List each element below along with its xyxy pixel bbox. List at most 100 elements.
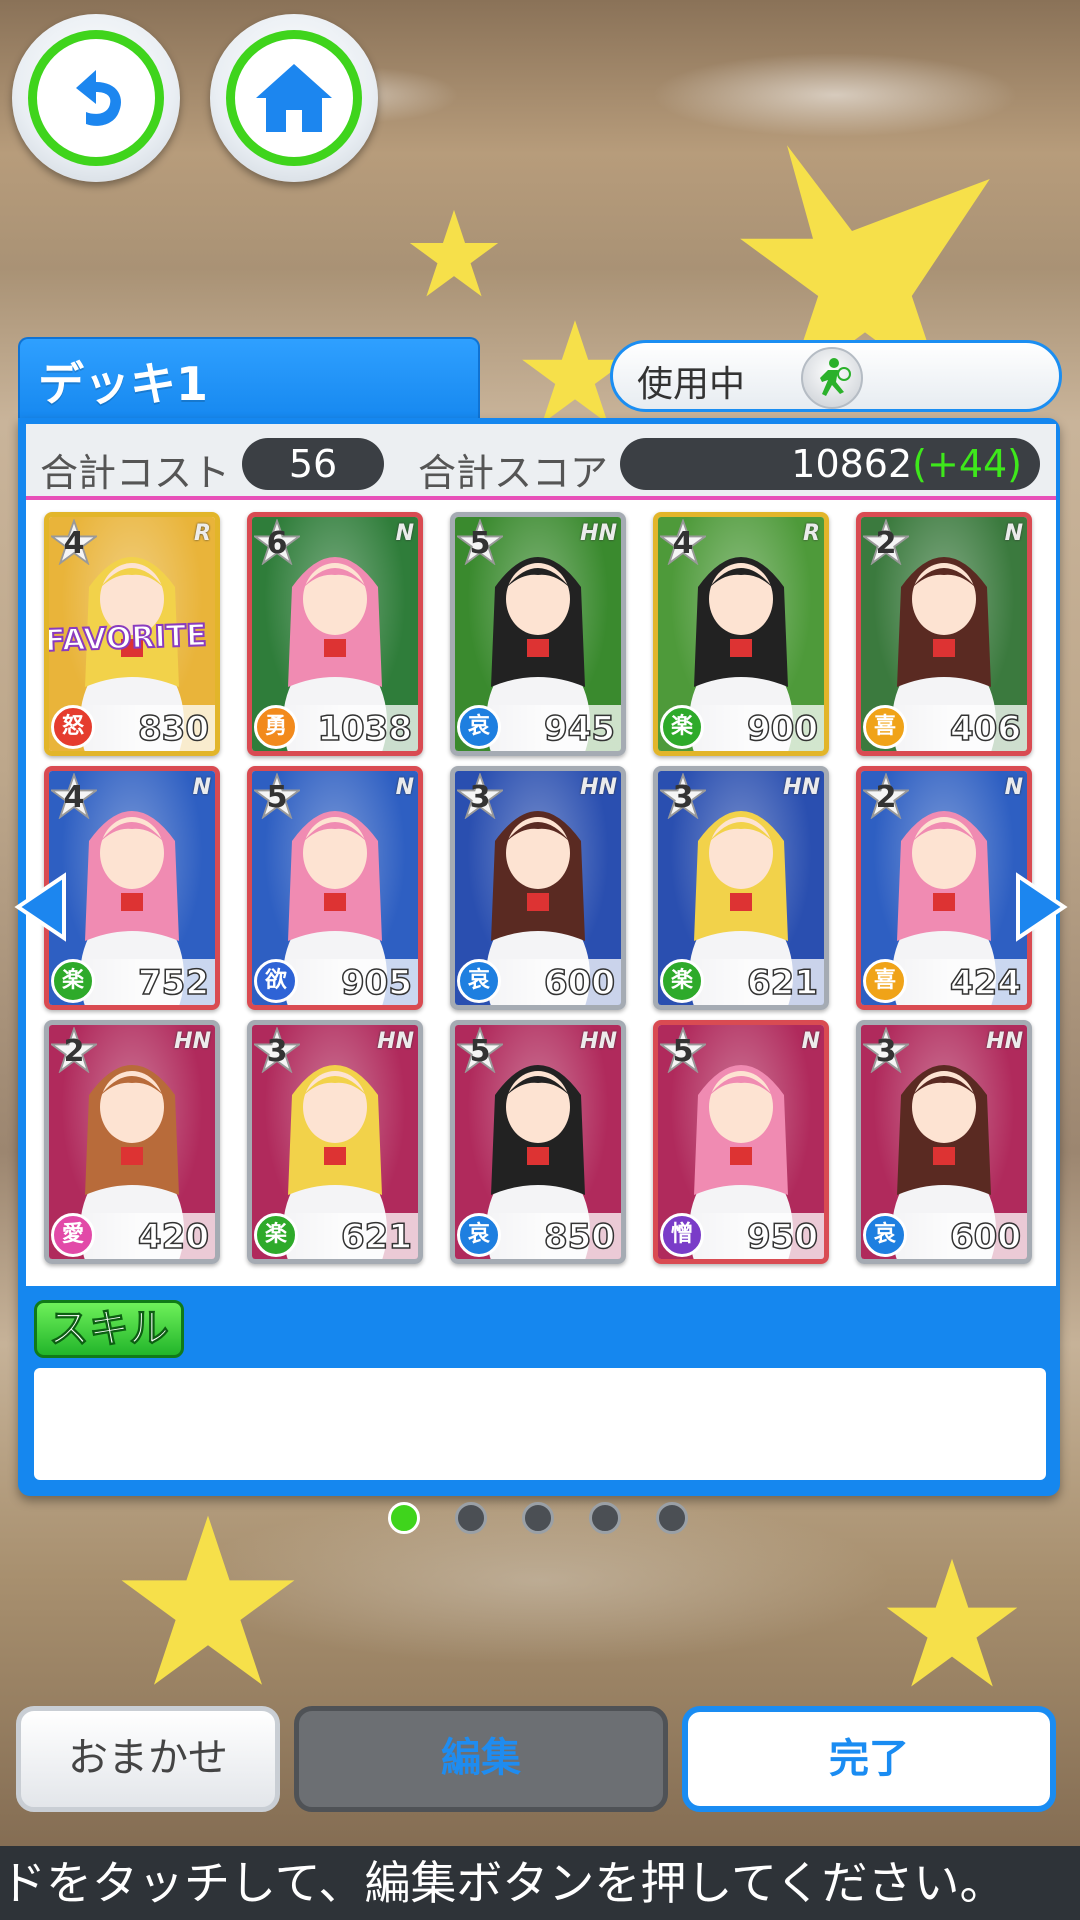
card-cost: 5 (660, 1027, 706, 1073)
total-score-value: 10862(+44) (620, 438, 1040, 490)
card-rarity: N (395, 521, 414, 546)
star-decoration (409, 209, 499, 297)
instruction-text: ドをタッチして、編集ボタンを押してください。 (0, 1856, 1006, 1910)
total-score-number: 10862 (791, 442, 913, 486)
in-use-indicator: 使用中 (610, 340, 1062, 412)
running-person-icon (801, 347, 863, 409)
home-icon (256, 64, 332, 132)
emotion-badge: 喜 (863, 705, 907, 749)
deck-card[interactable]: 3 HN 哀 600 (450, 766, 626, 1010)
card-cost: 5 (457, 519, 503, 565)
card-cost: 2 (51, 1027, 97, 1073)
deck-card[interactable]: 6 N 勇 1038 (247, 512, 423, 756)
card-score: 1038 (317, 708, 413, 750)
page-dot[interactable] (522, 1502, 554, 1534)
card-rarity: HN (783, 775, 820, 800)
deck-card[interactable]: 4 N 楽 752 (44, 766, 220, 1010)
instruction-bar: ドをタッチして、編集ボタンを押してください。 (0, 1846, 1080, 1920)
card-cost: 4 (660, 519, 706, 565)
back-button[interactable] (12, 14, 180, 182)
deck-card[interactable]: 5 N 憎 950 (653, 1020, 829, 1264)
deck-card[interactable]: 4 R FAVORITE 怒 830 (44, 512, 220, 756)
card-rarity: HN (986, 1029, 1023, 1054)
deck-card[interactable]: 2 HN 愛 420 (44, 1020, 220, 1264)
card-score: 905 (340, 962, 412, 1004)
card-score: 621 (340, 1216, 412, 1258)
left-arrow-icon[interactable] (12, 872, 68, 942)
card-score: 900 (746, 708, 818, 750)
deck-card[interactable]: 5 HN 哀 945 (450, 512, 626, 756)
done-button[interactable]: 完了 (682, 1706, 1056, 1812)
card-cost: 4 (51, 519, 97, 565)
page-dot[interactable] (656, 1502, 688, 1534)
emotion-badge: 喜 (863, 959, 907, 1003)
deck-card[interactable]: 3 HN 哀 600 (856, 1020, 1032, 1264)
card-score: 424 (949, 962, 1021, 1004)
home-button[interactable] (210, 14, 378, 182)
favorite-badge: FAVORITE (44, 617, 208, 660)
card-cost: 3 (863, 1027, 909, 1073)
card-rarity: N (1004, 521, 1023, 546)
card-score: 406 (949, 708, 1021, 750)
card-cost: 3 (254, 1027, 300, 1073)
card-score: 850 (543, 1216, 615, 1258)
page-dot[interactable] (388, 1502, 420, 1534)
card-cost: 5 (457, 1027, 503, 1073)
emotion-badge: 楽 (51, 959, 95, 1003)
card-rarity: HN (580, 1029, 617, 1054)
skill-label: スキル (34, 1300, 184, 1358)
card-rarity: N (801, 1029, 820, 1054)
deck-card[interactable]: 2 N 喜 424 (856, 766, 1032, 1010)
star-decoration (121, 1515, 295, 1685)
card-cost: 3 (457, 773, 503, 819)
card-rarity: N (192, 775, 211, 800)
card-cost: 5 (254, 773, 300, 819)
card-score: 950 (746, 1216, 818, 1258)
card-rarity: R (194, 521, 211, 546)
emotion-badge: 哀 (863, 1213, 907, 1257)
deck-card[interactable]: 3 HN 楽 621 (247, 1020, 423, 1264)
deck-card[interactable]: 4 R 楽 900 (653, 512, 829, 756)
deck-card[interactable]: 3 HN 楽 621 (653, 766, 829, 1010)
edit-button[interactable]: 編集 (294, 1706, 668, 1812)
card-score: 621 (746, 962, 818, 1004)
deck-card[interactable]: 5 N 欲 905 (247, 766, 423, 1010)
card-score: 600 (949, 1216, 1021, 1258)
card-rarity: HN (377, 1029, 414, 1054)
deck-card[interactable]: 5 HN 哀 850 (450, 1020, 626, 1264)
card-cost: 4 (51, 773, 97, 819)
deck-card[interactable]: 2 N 喜 406 (856, 512, 1032, 756)
card-grid: 4 R FAVORITE 怒 830 6 N 勇 1038 5 HN 哀 945 4 R 楽 900 2 N 喜 406… (44, 512, 1034, 1272)
right-arrow-icon[interactable] (1014, 872, 1070, 942)
card-rarity: HN (174, 1029, 211, 1054)
score-bonus: (+44) (912, 442, 1022, 486)
emotion-badge: 哀 (457, 1213, 501, 1257)
emotion-badge: 哀 (457, 959, 501, 1003)
card-score: 752 (137, 962, 209, 1004)
emotion-badge: 愛 (51, 1213, 95, 1257)
page-dot[interactable] (589, 1502, 621, 1534)
card-cost: 2 (863, 519, 909, 565)
total-score-label: 合計スコア (418, 451, 609, 495)
emotion-badge: 楽 (660, 959, 704, 1003)
emotion-badge: 楽 (660, 705, 704, 749)
auto-button[interactable]: おまかせ (16, 1706, 280, 1812)
star-decoration (886, 1558, 1018, 1687)
emotion-badge: 怒 (51, 705, 95, 749)
card-cost: 3 (660, 773, 706, 819)
card-score: 945 (543, 708, 615, 750)
emotion-badge: 楽 (254, 1213, 298, 1257)
emotion-badge: 哀 (457, 705, 501, 749)
emotion-badge: 勇 (254, 705, 298, 749)
skill-description-box (34, 1368, 1046, 1480)
page-dot[interactable] (455, 1502, 487, 1534)
card-score: 420 (137, 1216, 209, 1258)
total-cost-value: 56 (242, 438, 384, 490)
card-rarity: N (1004, 775, 1023, 800)
card-cost: 2 (863, 773, 909, 819)
card-rarity: N (395, 775, 414, 800)
card-score: 830 (137, 708, 209, 750)
card-cost: 6 (254, 519, 300, 565)
back-arrow-icon (76, 70, 122, 126)
total-cost-label: 合計コスト (40, 451, 231, 495)
